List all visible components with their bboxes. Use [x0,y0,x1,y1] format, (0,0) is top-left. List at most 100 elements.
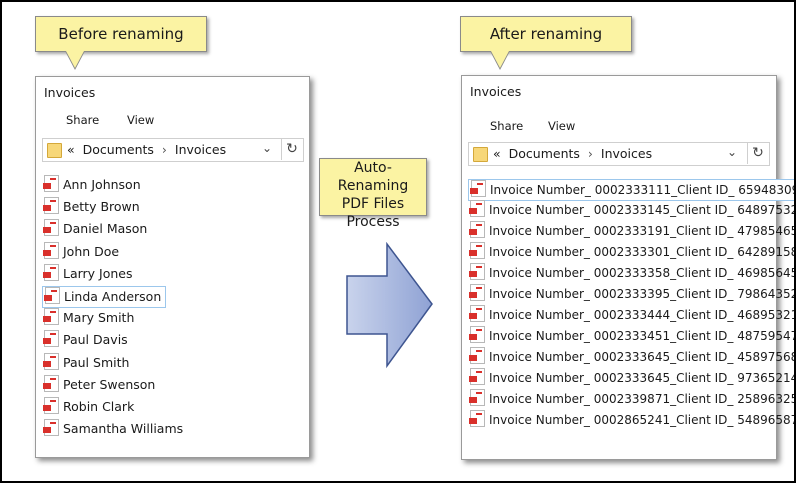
pdf-file-icon [469,410,485,427]
pdf-file-icon [43,308,59,326]
refresh-icon[interactable]: ↻ [747,142,768,164]
breadcrumb-documents[interactable]: Documents [509,146,580,161]
pdf-file-icon [469,242,485,259]
file-item[interactable]: Invoice Number_ 0002339871_Client ID_ 25… [468,389,796,409]
pdf-file-icon [469,263,485,280]
file-name: Invoice Number_ 0002333145_Client ID_ 64… [489,203,796,217]
address-bar[interactable]: « Documents › Invoices ⌄ ↻ [468,142,770,166]
process-line: Process [346,214,400,230]
file-item[interactable]: Peter Swenson [42,374,159,395]
pdf-file-icon [469,389,485,406]
breadcrumb-invoices[interactable]: Invoices [175,142,226,157]
file-item[interactable]: Linda Anderson [42,286,167,308]
file-name: Invoice Number_ 0002333301_Client ID_ 64… [489,245,796,259]
file-item[interactable]: John Doe [42,241,123,262]
pdf-file-icon [43,397,59,414]
pdf-file-icon [43,352,59,370]
breadcrumb-documents[interactable]: Documents [83,142,154,157]
file-item[interactable]: Samantha Williams [42,419,187,439]
pdf-file-icon [470,180,486,197]
file-name: Invoice Number_ 0002333191_Client ID_ 47… [489,224,796,238]
file-name: Betty Brown [63,199,140,215]
file-name: Invoice Number_ 0002333111_Client ID_ 65… [490,183,796,197]
breadcrumb-prefix[interactable]: « [67,142,75,157]
pdf-file-icon [43,330,59,348]
breadcrumb-separator: › [587,146,593,161]
pdf-file-icon [43,374,59,392]
file-item[interactable]: Invoice Number_ 0002333358_Client ID_ 46… [468,263,796,283]
process-line: Auto-Renaming [337,160,409,194]
ribbon-tab-share[interactable]: Share [66,113,99,127]
pdf-file-icon [43,241,59,259]
after-explorer-window: Invoices Share View « Documents › Invoic… [461,75,794,460]
before-renaming-label: Before renaming [58,25,184,43]
ribbon-tab-view[interactable]: View [127,113,154,127]
file-item[interactable]: Paul Davis [42,330,132,350]
pdf-file-icon [469,284,485,301]
file-item[interactable]: Invoice Number_ 0002333145_Client ID_ 64… [468,200,796,220]
file-name: Ann Johnson [63,177,141,192]
file-name: Invoice Number_ 0002333645_Client ID_ 45… [489,350,796,364]
file-name: Invoice Number_ 0002333358_Client ID_ 46… [489,266,796,280]
ribbon-tab-share[interactable]: Share [490,119,523,133]
file-name: Peter Swenson [63,376,156,392]
breadcrumb: « Documents › Invoices [67,142,226,157]
file-item[interactable]: Invoice Number_ 0002333645_Client ID_ 97… [468,368,794,388]
process-line: PDF Files [341,196,405,212]
before-renaming-callout: Before renaming [35,16,207,70]
file-item[interactable]: Robin Clark [42,397,138,417]
file-name: Invoice Number_ 0002333451_Client ID_ 48… [489,329,796,343]
address-bar[interactable]: « Documents › Invoices ⌄ ↻ [42,138,304,162]
file-name: Mary Smith [63,310,135,326]
file-item[interactable]: Ann Johnson [42,175,145,195]
breadcrumb: « Documents › Invoices [493,146,652,161]
file-name: Invoice Number_ 0002865241_Client ID_ 54… [489,413,796,427]
before-explorer-window: Invoices Share View « Documents › Invoic… [35,76,310,458]
file-item[interactable]: Larry Jones [42,263,137,284]
file-name: Invoice Number_ 0002333444_Client ID_ 46… [489,308,796,322]
file-item[interactable]: Invoice Number_ 0002333301_Client ID_ 64… [468,242,796,262]
chevron-down-icon[interactable]: ⌄ [262,141,272,155]
ribbon-tab-view[interactable]: View [548,119,575,133]
process-callout: Auto-Renaming PDF Files Process [319,158,427,230]
file-item[interactable]: Daniel Mason [42,219,151,239]
pdf-file-icon [469,368,485,385]
pdf-file-icon [43,219,59,237]
refresh-icon[interactable]: ↻ [281,138,302,160]
figure-frame: Before renaming After renaming Auto-Rena… [0,0,796,483]
file-name: Daniel Mason [63,221,148,237]
file-name: Paul Smith [63,354,130,370]
breadcrumb-separator: › [161,142,167,157]
folder-icon [47,143,62,158]
file-item[interactable]: Invoice Number_ 0002333191_Client ID_ 47… [468,221,796,241]
right-arrow-icon [346,242,433,369]
file-item[interactable]: Invoice Number_ 0002333451_Client ID_ 48… [468,326,796,346]
file-name: Robin Clark [63,399,135,414]
file-item[interactable]: Invoice Number_ 0002333111_Client ID_ 65… [468,179,796,201]
breadcrumb-prefix[interactable]: « [493,146,501,161]
file-item[interactable]: Invoice Number_ 0002333444_Client ID_ 46… [468,305,796,325]
chevron-down-icon[interactable]: ⌄ [727,145,737,159]
file-item[interactable]: Invoice Number_ 0002333645_Client ID_ 45… [468,347,796,367]
folder-icon [473,147,488,162]
file-item[interactable]: Betty Brown [42,197,144,217]
pdf-file-icon [469,305,485,322]
pdf-file-icon [43,197,59,215]
window-title: Invoices [44,85,96,100]
pdf-file-icon [469,326,485,343]
file-item[interactable]: Mary Smith [42,308,138,328]
file-item[interactable]: Invoice Number_ 0002333395_Client ID_ 79… [468,284,794,304]
file-name: Larry Jones [63,265,133,281]
pdf-file-icon [43,263,59,281]
file-name: Linda Anderson [64,289,162,304]
breadcrumb-invoices[interactable]: Invoices [601,146,652,161]
pdf-file-icon [43,175,59,192]
pdf-file-icon [469,347,485,364]
file-name: Samantha Williams [63,421,184,437]
file-name: Paul Davis [63,332,128,348]
after-renaming-label: After renaming [489,25,603,43]
file-item[interactable]: Invoice Number_ 0002865241_Client ID_ 54… [468,410,796,430]
pdf-file-icon [43,419,59,437]
file-item[interactable]: Paul Smith [42,352,133,373]
file-name: Invoice Number_ 0002339871_Client ID_ 25… [489,392,796,406]
